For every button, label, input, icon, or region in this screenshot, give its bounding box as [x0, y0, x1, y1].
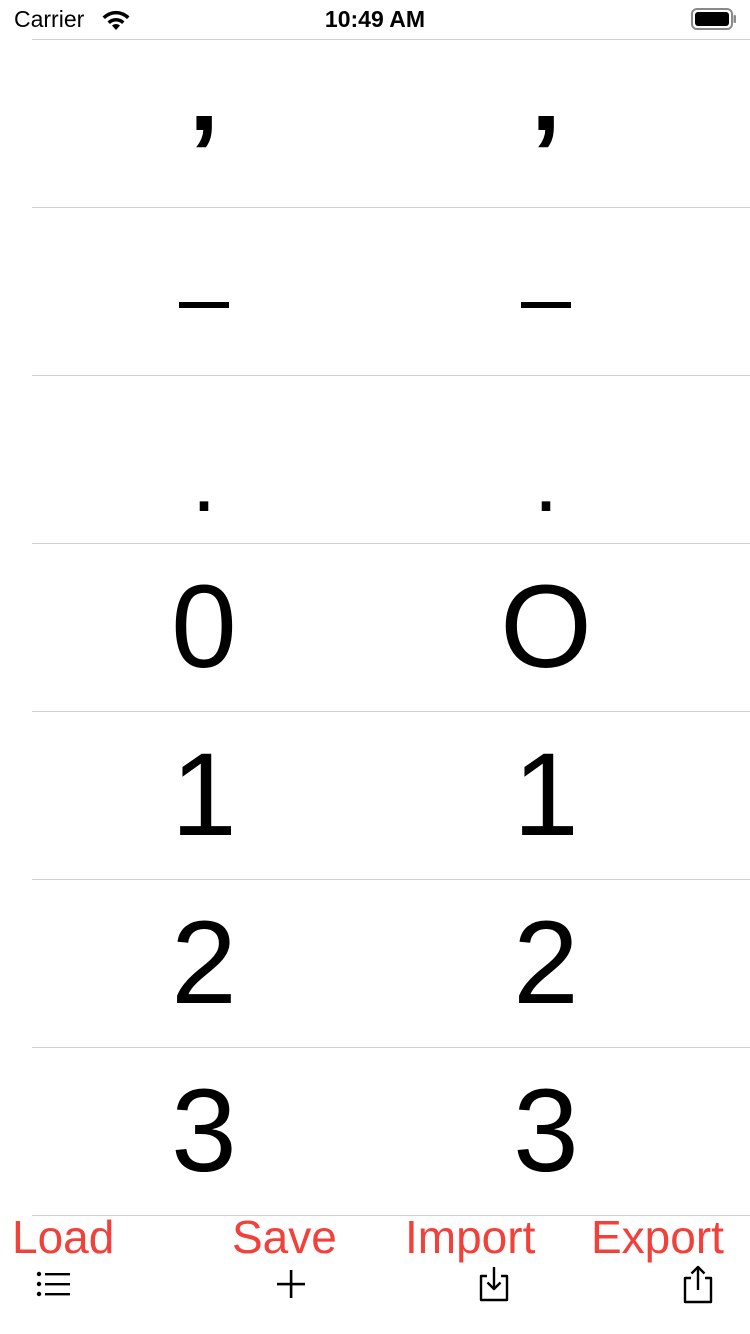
grid-row-dot: . .: [0, 376, 750, 544]
cell-left[interactable]: .: [32, 376, 376, 543]
grid-row-one: 1 1: [0, 712, 750, 880]
cell-left[interactable]: 0: [32, 544, 376, 711]
grid-row-zero: 0 O: [0, 544, 750, 712]
cell-right[interactable]: 3: [374, 1048, 718, 1215]
cell-right[interactable]: O: [374, 544, 718, 711]
grid-row-apostrophe: ’ ’: [0, 40, 750, 216]
share-icon[interactable]: [678, 1264, 718, 1304]
cell-left[interactable]: 3: [32, 1048, 376, 1215]
cell-left[interactable]: 1: [32, 712, 376, 879]
list-icon[interactable]: [34, 1264, 74, 1304]
grid-row-two: 2 2: [0, 880, 750, 1048]
cell-right[interactable]: .: [374, 376, 718, 543]
battery-icon: [691, 8, 736, 30]
cell-left[interactable]: 2: [32, 880, 376, 1047]
status-bar: Carrier 10:49 AM: [0, 0, 750, 40]
cell-left[interactable]: –: [32, 208, 376, 375]
save-button[interactable]: Save: [232, 1210, 337, 1264]
export-button[interactable]: Export: [591, 1210, 724, 1264]
plus-icon[interactable]: [271, 1264, 311, 1304]
bottom-toolbar: Load Save Import Export: [0, 1208, 750, 1334]
grid-row-dash: – –: [0, 208, 750, 376]
load-button[interactable]: Load: [12, 1210, 114, 1264]
grid-row-three: 3 3: [0, 1048, 750, 1216]
cell-right[interactable]: 1: [374, 712, 718, 879]
cell-right[interactable]: ’: [374, 40, 718, 216]
tray-download-icon[interactable]: [474, 1264, 514, 1304]
clock-label: 10:49 AM: [324, 6, 426, 32]
cell-right[interactable]: –: [374, 208, 718, 375]
cell-left[interactable]: ’: [32, 40, 376, 216]
cell-right[interactable]: 2: [374, 880, 718, 1047]
import-button[interactable]: Import: [405, 1210, 535, 1264]
